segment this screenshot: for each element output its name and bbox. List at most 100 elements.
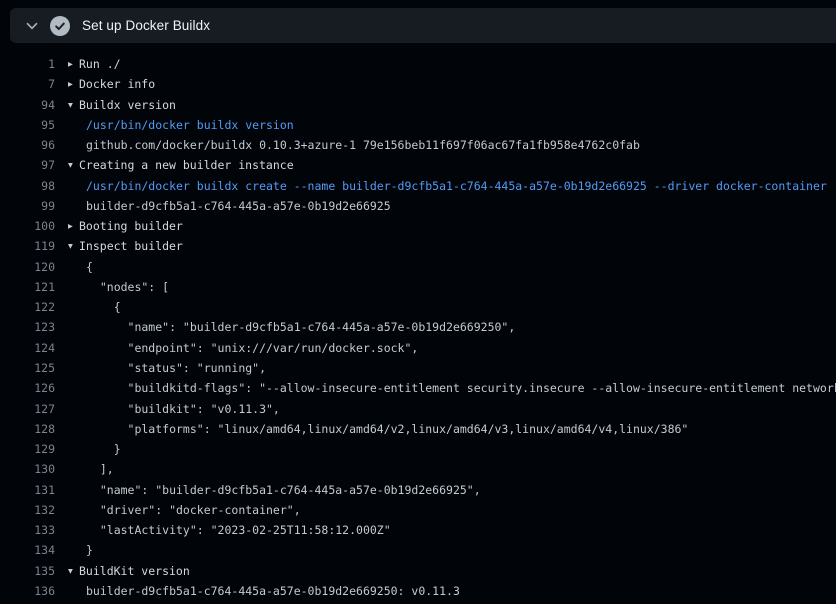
log-line: 98/usr/bin/docker buildx create --name b… xyxy=(0,176,836,196)
log-line: 135▼BuildKit version xyxy=(0,561,836,581)
log-line: 120{ xyxy=(0,257,836,277)
line-number[interactable]: 99 xyxy=(0,196,55,216)
log-output-text: "endpoint": "unix:///var/run/docker.sock… xyxy=(55,338,836,358)
line-number[interactable]: 98 xyxy=(0,176,55,196)
log-line: 127 "buildkit": "v0.11.3", xyxy=(0,399,836,419)
log-line: 124 "endpoint": "unix:///var/run/docker.… xyxy=(0,338,836,358)
log-output-text: "name": "builder-d9cfb5a1-c764-445a-a57e… xyxy=(55,317,836,337)
log-group-toggle[interactable]: ▼BuildKit version xyxy=(55,561,836,581)
log-output-text: } xyxy=(55,439,836,459)
log-output-text: } xyxy=(55,540,836,560)
line-number[interactable]: 130 xyxy=(0,459,55,479)
log-line: 97▼Creating a new builder instance xyxy=(0,155,836,175)
log-line: 133 "lastActivity": "2023-02-25T11:58:12… xyxy=(0,520,836,540)
line-number[interactable]: 95 xyxy=(0,115,55,135)
log-line: 131 "name": "builder-d9cfb5a1-c764-445a-… xyxy=(0,480,836,500)
group-title: BuildKit version xyxy=(79,564,190,578)
line-number[interactable]: 131 xyxy=(0,480,55,500)
log-output-text: "buildkit": "v0.11.3", xyxy=(55,399,836,419)
log-line: 121 "nodes": [ xyxy=(0,277,836,297)
log-group-toggle[interactable]: ▼Buildx version xyxy=(55,95,836,115)
line-number[interactable]: 134 xyxy=(0,540,55,560)
triangle-right-icon: ▶ xyxy=(68,75,79,95)
line-number[interactable]: 128 xyxy=(0,419,55,439)
log-output-text: "status": "running", xyxy=(55,358,836,378)
line-number[interactable]: 124 xyxy=(0,338,55,358)
line-number[interactable]: 135 xyxy=(0,561,55,581)
line-number[interactable]: 7 xyxy=(0,74,55,94)
log-line: 7▶Docker info xyxy=(0,74,836,94)
line-number[interactable]: 123 xyxy=(0,317,55,337)
line-number[interactable]: 96 xyxy=(0,135,55,155)
group-title: Inspect builder xyxy=(79,239,183,253)
log-line: 94▼Buildx version xyxy=(0,95,836,115)
chevron-down-icon[interactable] xyxy=(24,18,40,34)
log-output-text: { xyxy=(55,297,836,317)
line-number[interactable]: 126 xyxy=(0,378,55,398)
log-line: 100▶Booting builder xyxy=(0,216,836,236)
triangle-down-icon: ▼ xyxy=(68,561,79,581)
log-group-toggle[interactable]: ▼Creating a new builder instance xyxy=(55,155,836,175)
log-viewer: Set up Docker Buildx 1▶Run ./7▶Docker in… xyxy=(0,0,836,604)
line-number[interactable]: 119 xyxy=(0,236,55,256)
log-output-text: "name": "builder-d9cfb5a1-c764-445a-a57e… xyxy=(55,480,836,500)
triangle-right-icon: ▶ xyxy=(68,55,79,75)
log-output-text: { xyxy=(55,257,836,277)
log-output-text: "buildkitd-flags": "--allow-insecure-ent… xyxy=(55,378,836,398)
log-line: 126 "buildkitd-flags": "--allow-insecure… xyxy=(0,378,836,398)
log-line: 125 "status": "running", xyxy=(0,358,836,378)
line-number[interactable]: 94 xyxy=(0,95,55,115)
triangle-right-icon: ▶ xyxy=(68,217,79,237)
log-line: 134} xyxy=(0,540,836,560)
log-command-text: /usr/bin/docker buildx version xyxy=(55,115,836,135)
log-output-text: builder-d9cfb5a1-c764-445a-a57e-0b19d2e6… xyxy=(55,196,836,216)
line-number[interactable]: 125 xyxy=(0,358,55,378)
line-number[interactable]: 121 xyxy=(0,277,55,297)
line-number[interactable]: 133 xyxy=(0,520,55,540)
log-line: 122 { xyxy=(0,297,836,317)
line-number[interactable]: 100 xyxy=(0,216,55,236)
log-output-text: "nodes": [ xyxy=(55,277,836,297)
line-number[interactable]: 120 xyxy=(0,257,55,277)
log-line: 1▶Run ./ xyxy=(0,54,836,74)
log-line: 130 ], xyxy=(0,459,836,479)
log-line: 96github.com/docker/buildx 0.10.3+azure-… xyxy=(0,135,836,155)
triangle-down-icon: ▼ xyxy=(68,95,79,115)
log-line: 95/usr/bin/docker buildx version xyxy=(0,115,836,135)
log-line: 129 } xyxy=(0,439,836,459)
triangle-down-icon: ▼ xyxy=(68,237,79,257)
group-title: Docker info xyxy=(79,77,155,91)
log-group-toggle[interactable]: ▼Inspect builder xyxy=(55,236,836,256)
log-output-text: "platforms": "linux/amd64,linux/amd64/v2… xyxy=(55,419,836,439)
log-output-text: builder-d9cfb5a1-c764-445a-a57e-0b19d2e6… xyxy=(55,581,836,601)
line-number[interactable]: 136 xyxy=(0,581,55,601)
log-group-toggle[interactable]: ▶Run ./ xyxy=(55,54,836,74)
log-command-text: /usr/bin/docker buildx create --name bui… xyxy=(55,176,836,196)
log-output-text: "lastActivity": "2023-02-25T11:58:12.000… xyxy=(55,520,836,540)
group-title: Booting builder xyxy=(79,219,183,233)
step-header[interactable]: Set up Docker Buildx xyxy=(10,8,836,43)
line-number[interactable]: 129 xyxy=(0,439,55,459)
log-output-text: "driver": "docker-container", xyxy=(55,500,836,520)
log-line: 128 "platforms": "linux/amd64,linux/amd6… xyxy=(0,419,836,439)
log-output-text: ], xyxy=(55,459,836,479)
triangle-down-icon: ▼ xyxy=(68,156,79,176)
step-title: Set up Docker Buildx xyxy=(82,18,210,33)
log-line: 123 "name": "builder-d9cfb5a1-c764-445a-… xyxy=(0,317,836,337)
log-group-toggle[interactable]: ▶Docker info xyxy=(55,74,836,94)
log-output-text: github.com/docker/buildx 0.10.3+azure-1 … xyxy=(55,135,836,155)
line-number[interactable]: 132 xyxy=(0,500,55,520)
line-number[interactable]: 127 xyxy=(0,399,55,419)
group-title: Buildx version xyxy=(79,98,176,112)
line-number[interactable]: 122 xyxy=(0,297,55,317)
check-circle-icon xyxy=(50,16,70,36)
log-line: 132 "driver": "docker-container", xyxy=(0,500,836,520)
log-line: 99builder-d9cfb5a1-c764-445a-a57e-0b19d2… xyxy=(0,196,836,216)
line-number[interactable]: 1 xyxy=(0,54,55,74)
log-group-toggle[interactable]: ▶Booting builder xyxy=(55,216,836,236)
line-number[interactable]: 97 xyxy=(0,155,55,175)
log-line: 119▼Inspect builder xyxy=(0,236,836,256)
log-lines: 1▶Run ./7▶Docker info94▼Buildx version95… xyxy=(0,54,836,601)
log-line: 136builder-d9cfb5a1-c764-445a-a57e-0b19d… xyxy=(0,581,836,601)
group-title: Run ./ xyxy=(79,57,121,71)
